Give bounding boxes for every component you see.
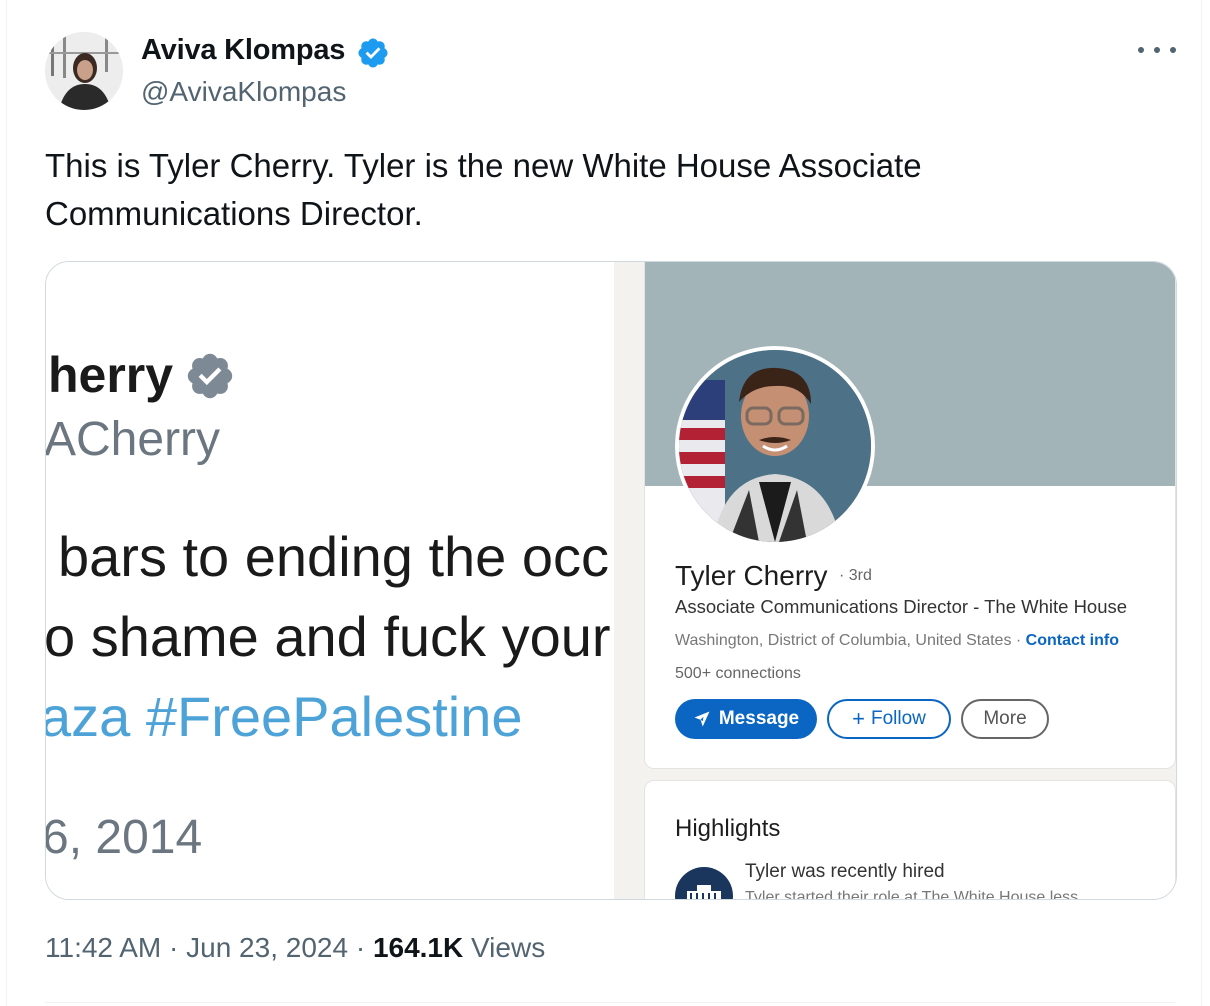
linkedin-screenshot: Tyler Cherry · 3rd Associate Communicati… <box>614 262 1176 899</box>
highlight-subtext: Tyler started their role at The White Ho… <box>745 889 1079 900</box>
screenshot-name: herry <box>48 347 174 403</box>
author-name[interactable]: Aviva Klompas <box>141 34 345 67</box>
message-button: Message <box>675 699 817 739</box>
white-house-logo-icon <box>675 867 733 899</box>
white-house-emblem <box>687 885 721 899</box>
plus-icon: + <box>852 706 865 731</box>
tweet-time[interactable]: 11:42 AM <box>45 932 161 963</box>
contact-info-link: Contact info <box>1025 632 1119 649</box>
screenshot-handle: ACherry <box>46 413 221 466</box>
embedded-tweet-screenshot: herry ACherry bars to ending the occ o s… <box>46 262 614 899</box>
highlights-title: Highlights <box>675 815 781 842</box>
linkedin-profile-photo <box>675 346 875 546</box>
screenshot-date: 6, 2014 <box>46 811 203 864</box>
linkedin-profile-card: Tyler Cherry · 3rd Associate Communicati… <box>644 262 1176 769</box>
screenshot-text-line: bars to ending the occ <box>58 525 610 588</box>
tweet-card: Aviva Klompas @AvivaKlompas This is Tyle… <box>6 0 1202 1006</box>
linkedin-highlights-card: Highlights Tyler was recently hired Tyle… <box>644 780 1176 900</box>
follow-button: + Follow <box>827 699 951 739</box>
screenshot-text-line: o shame and fuck your <box>46 605 611 668</box>
tweet-date[interactable]: Jun 23, 2024 <box>186 932 348 963</box>
more-button: More <box>961 699 1049 739</box>
meta-separator: · <box>169 932 187 963</box>
views-label: Views <box>471 932 546 963</box>
author-handle[interactable]: @AvivaKlompas <box>141 76 346 108</box>
divider <box>45 1002 1175 1003</box>
linkedin-headline: Associate Communications Director - The … <box>675 596 1128 617</box>
verified-badge-icon <box>358 38 388 68</box>
tweet-text: This is Tyler Cherry. Tyler is the new W… <box>45 147 922 232</box>
message-label: Message <box>718 708 800 729</box>
send-icon <box>694 711 710 727</box>
views-count: 164.1K <box>372 932 464 963</box>
screenshot-hashtag-line: aza #FreePalestine <box>46 685 523 748</box>
linkedin-name: Tyler Cherry <box>675 560 828 591</box>
linkedin-connections: 500+ connections <box>675 665 801 682</box>
meta-separator: · <box>355 932 373 963</box>
more-label: More <box>983 708 1027 729</box>
profile-photo-image <box>679 350 871 542</box>
location-text: Washington, District of Columbia, United… <box>675 632 1022 649</box>
highlight-item: Tyler was recently hired <box>745 861 945 882</box>
more-options-icon[interactable] <box>1138 36 1176 64</box>
linkedin-location: Washington, District of Columbia, United… <box>675 632 1119 650</box>
author-avatar[interactable] <box>45 32 123 110</box>
tweet-media[interactable]: herry ACherry bars to ending the occ o s… <box>45 261 1177 900</box>
avatar-image <box>45 32 123 110</box>
screenshot-verified-icon <box>187 353 233 399</box>
follow-label: Follow <box>870 708 926 729</box>
tweet-meta: 11:42 AM · Jun 23, 2024 · 164.1K Views <box>45 932 545 964</box>
connection-degree: · 3rd <box>839 567 872 584</box>
